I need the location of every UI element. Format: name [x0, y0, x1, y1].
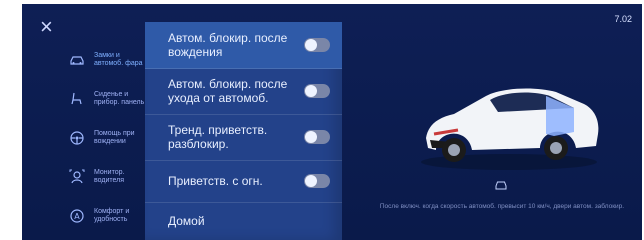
- svg-text:A: A: [74, 212, 80, 221]
- comfort-icon: A: [68, 207, 86, 225]
- option-label: Тренд. приветств. разблокир.: [168, 123, 268, 151]
- option-auto-lock-after-driving[interactable]: Автом. блокир. после вождения: [145, 22, 342, 69]
- settings-panel: Автом. блокир. после вождения Автом. бло…: [145, 22, 342, 240]
- car-outline-icon: [494, 180, 508, 190]
- car-lock-icon: [68, 51, 86, 69]
- seat-icon: [68, 90, 86, 108]
- toggle-switch[interactable]: [304, 174, 330, 188]
- option-description: После включ. когда скорость автомоб. пре…: [379, 203, 625, 210]
- close-icon[interactable]: ×: [40, 16, 58, 38]
- toggle-knob: [305, 175, 317, 187]
- car-preview-image: [414, 74, 604, 174]
- steering-wheel-icon: [68, 129, 86, 147]
- sidebar-item-label: Комфорт и удобность: [94, 207, 130, 223]
- option-label: Приветств. с огн.: [168, 174, 263, 188]
- settings-screen: × 7.02 Замки и автомоб. фара Сиденье и п…: [22, 4, 642, 240]
- sidebar-item-label: Помощь при вождении: [94, 129, 135, 145]
- sidebar-item-label: Замки и автомоб. фара: [94, 51, 143, 67]
- toggle-knob: [305, 131, 317, 143]
- option-home[interactable]: Домой: [145, 202, 342, 240]
- option-welcome-unlock[interactable]: Тренд. приветств. разблокир.: [145, 114, 342, 161]
- option-welcome-lights[interactable]: Приветств. с огн.: [145, 160, 342, 203]
- option-auto-lock-walk-away[interactable]: Автом. блокир. после ухода от автомоб.: [145, 68, 342, 115]
- option-label: Автом. блокир. после вождения: [168, 31, 288, 59]
- toggle-knob: [305, 85, 317, 97]
- status-time: 7.02: [614, 14, 632, 24]
- option-label: Домой: [168, 214, 205, 228]
- toggle-switch[interactable]: [304, 38, 330, 52]
- toggle-switch[interactable]: [304, 84, 330, 98]
- toggle-switch[interactable]: [304, 130, 330, 144]
- option-label: Автом. блокир. после ухода от автомоб.: [168, 77, 288, 105]
- driver-monitor-icon: [68, 168, 86, 186]
- sidebar-item-label: Монитор. водителя: [94, 168, 125, 184]
- sidebar-item-label: Сиденье и прибор. панель: [94, 90, 145, 106]
- toggle-knob: [305, 39, 317, 51]
